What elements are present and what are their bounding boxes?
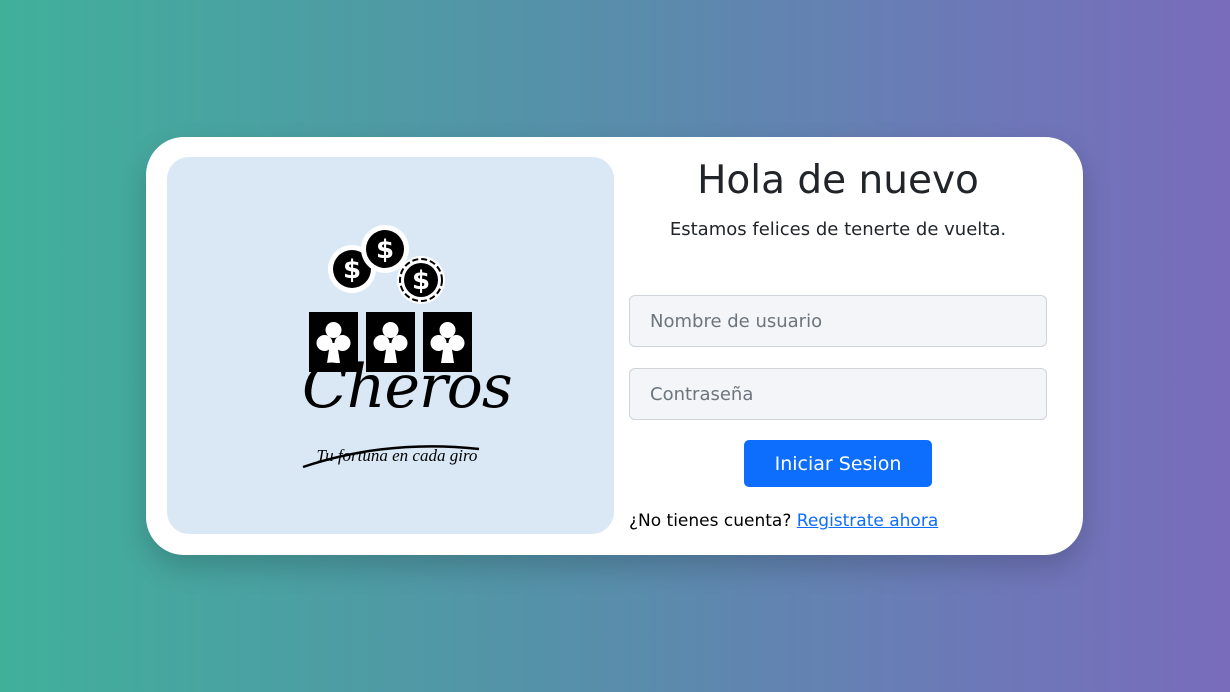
page-subtitle: Estamos felices de tenerte de vuelta. [669, 219, 1007, 240]
brand-name: Cheros [302, 352, 513, 422]
login-form: Hola de nuevo Estamos felices de tenerte… [629, 137, 1047, 555]
username-input[interactable] [629, 295, 1047, 347]
signup-link[interactable]: Registrate ahora [797, 511, 938, 531]
page-title: Hola de nuevo [697, 158, 979, 203]
login-card: $ $ $ Cheros Tu fortuna en cada giro Hol… [146, 137, 1083, 555]
signup-row: ¿No tienes cuenta? Registrate ahora [629, 511, 938, 531]
svg-text:$: $ [376, 235, 394, 265]
dollar-coin-icon: $ [397, 256, 445, 304]
svg-text:$: $ [412, 266, 430, 296]
brand-tagline: Tu fortuna en cada giro [316, 446, 478, 465]
signup-prompt: ¿No tienes cuenta? [629, 511, 792, 531]
svg-text:$: $ [343, 255, 361, 285]
logo-panel: $ $ $ Cheros Tu fortuna en cada giro [167, 157, 614, 534]
login-button[interactable]: Iniciar Sesion [744, 440, 932, 487]
password-input[interactable] [629, 368, 1047, 420]
